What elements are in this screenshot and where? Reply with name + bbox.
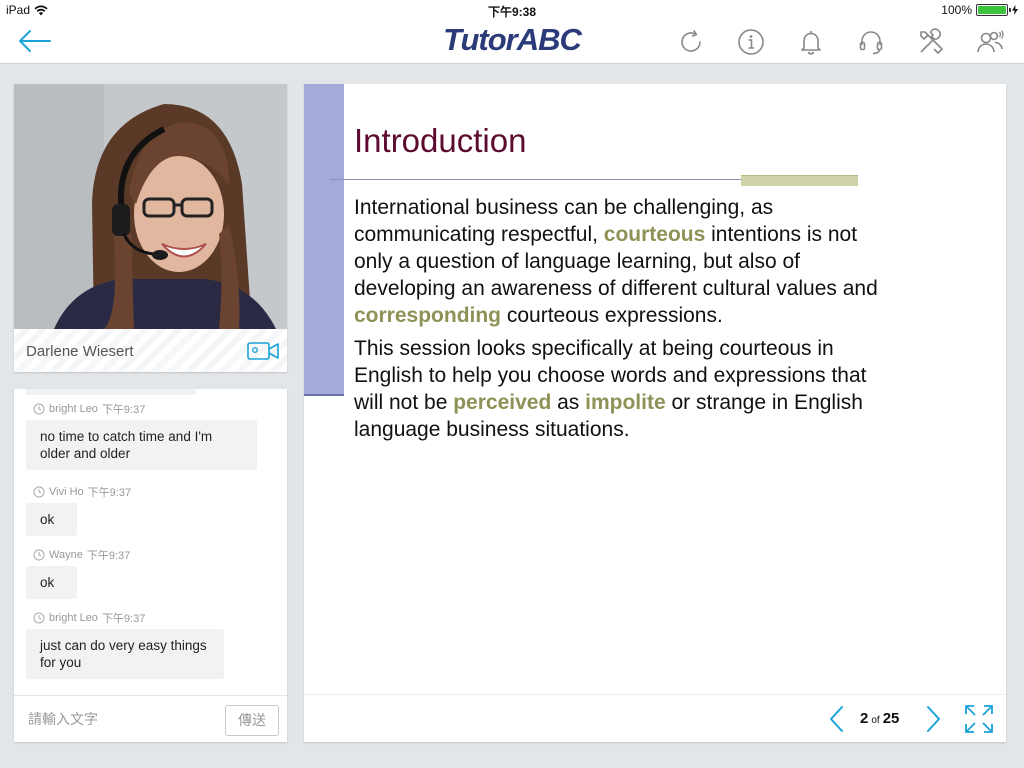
tools-button[interactable] <box>913 26 948 58</box>
send-button[interactable]: 傳送 <box>225 705 279 736</box>
info-button[interactable] <box>733 26 768 58</box>
slide-panel: Introduction International business can … <box>304 84 1006 742</box>
status-time: 下午9:38 <box>487 5 537 19</box>
slide-accent-bar <box>304 84 344 396</box>
chat-time: 下午9:37 <box>86 550 131 562</box>
bell-icon <box>800 31 821 55</box>
chat-meta: bright Leo 下午9:37 <box>33 402 257 416</box>
video-name-bar: Darlene Wiesert <box>14 329 287 372</box>
page-indicator: 2 of 25 <box>860 710 899 727</box>
chat-message: Wayne 下午9:37 ok <box>26 548 130 599</box>
slide-paragraph-2: This session looks specifically at being… <box>354 335 894 443</box>
chevron-left-icon <box>830 706 843 732</box>
slide-footer: 2 of 25 <box>304 694 1006 742</box>
slide-title: Introduction <box>354 122 527 159</box>
chat-bubble: ok <box>26 566 77 599</box>
clock-icon <box>33 612 45 624</box>
chat-bubble: ok <box>26 503 77 536</box>
slide-body: International business can be challengin… <box>354 194 894 449</box>
clock-icon <box>33 486 45 498</box>
chat-previous-bubble-edge <box>26 389 196 395</box>
slide-highlight: corresponding <box>354 304 502 327</box>
battery-fill <box>978 6 1006 14</box>
refresh-icon <box>680 30 701 52</box>
fullscreen-button[interactable] <box>964 704 994 734</box>
chat-bubble: no time to catch time and I'm older and … <box>26 420 257 470</box>
info-icon <box>737 29 764 55</box>
chat-input[interactable] <box>28 708 218 730</box>
slide-highlight: courteous <box>603 223 706 246</box>
status-bar: iPad 下午9:38 100% <box>0 0 1024 20</box>
charging-icon <box>1012 5 1018 15</box>
expand-icon <box>965 705 993 733</box>
status-right: 100% <box>941 3 1018 17</box>
chat-time: 下午9:37 <box>101 613 146 625</box>
chat-panel: bright Leo 下午9:37 no time to catch time … <box>14 389 287 742</box>
chat-meta: Wayne 下午9:37 <box>33 548 130 562</box>
audio-settings-button[interactable] <box>853 26 888 58</box>
chevron-right-icon <box>927 706 940 732</box>
participants-icon <box>976 30 1004 53</box>
chat-message-list[interactable]: bright Leo 下午9:37 no time to catch time … <box>14 389 287 695</box>
battery-icon <box>976 4 1011 16</box>
chat-meta: Vivi Ho 下午9:37 <box>33 485 131 499</box>
chat-message: bright Leo 下午9:37 no time to catch time … <box>26 402 257 470</box>
video-panel: Darlene Wiesert <box>14 84 287 372</box>
clock-icon <box>33 549 45 561</box>
chat-message: bright Leo 下午9:37 just can do very easy … <box>26 611 224 679</box>
chat-sender: bright Leo <box>49 403 98 415</box>
tools-icon <box>919 28 943 54</box>
next-slide-button[interactable] <box>922 705 944 733</box>
chat-time: 下午9:37 <box>87 487 132 499</box>
slide-highlight: perceived <box>453 391 552 414</box>
chat-input-bar: 傳送 <box>14 695 287 742</box>
nav-toolbar <box>673 26 1008 58</box>
chat-time: 下午9:37 <box>101 404 146 416</box>
nav-bar: TutorABC <box>0 20 1024 64</box>
video-camera-icon <box>247 342 279 360</box>
presenter-name: Darlene Wiesert <box>26 343 134 360</box>
previous-slide-button[interactable] <box>826 705 848 733</box>
chat-meta: bright Leo 下午9:37 <box>33 611 224 625</box>
headset-icon <box>859 31 882 55</box>
page-of-label: of <box>871 715 880 726</box>
slide-text-run: courteous expressions. <box>501 304 723 327</box>
presenter-avatar <box>14 84 287 329</box>
slide-text-run: as <box>551 391 586 414</box>
clock-icon <box>33 403 45 415</box>
chat-sender: Vivi Ho <box>49 486 84 498</box>
slide-divider-accent <box>741 175 858 186</box>
current-page: 2 <box>860 710 869 727</box>
presenter-video <box>14 84 287 329</box>
slide-paragraph-1: International business can be challengin… <box>354 194 894 329</box>
chat-bubble: just can do very easy things for you <box>26 629 224 679</box>
total-pages: 25 <box>882 710 900 727</box>
refresh-button[interactable] <box>673 26 708 58</box>
chat-sender: bright Leo <box>49 612 98 624</box>
notifications-button[interactable] <box>793 26 828 58</box>
camera-toggle-button[interactable] <box>247 341 279 361</box>
participants-button[interactable] <box>973 26 1008 58</box>
slide-highlight: impolite <box>585 391 666 414</box>
chat-message: Vivi Ho 下午9:37 ok <box>26 485 131 536</box>
chat-sender: Wayne <box>49 549 83 561</box>
battery-percent: 100% <box>941 3 972 17</box>
